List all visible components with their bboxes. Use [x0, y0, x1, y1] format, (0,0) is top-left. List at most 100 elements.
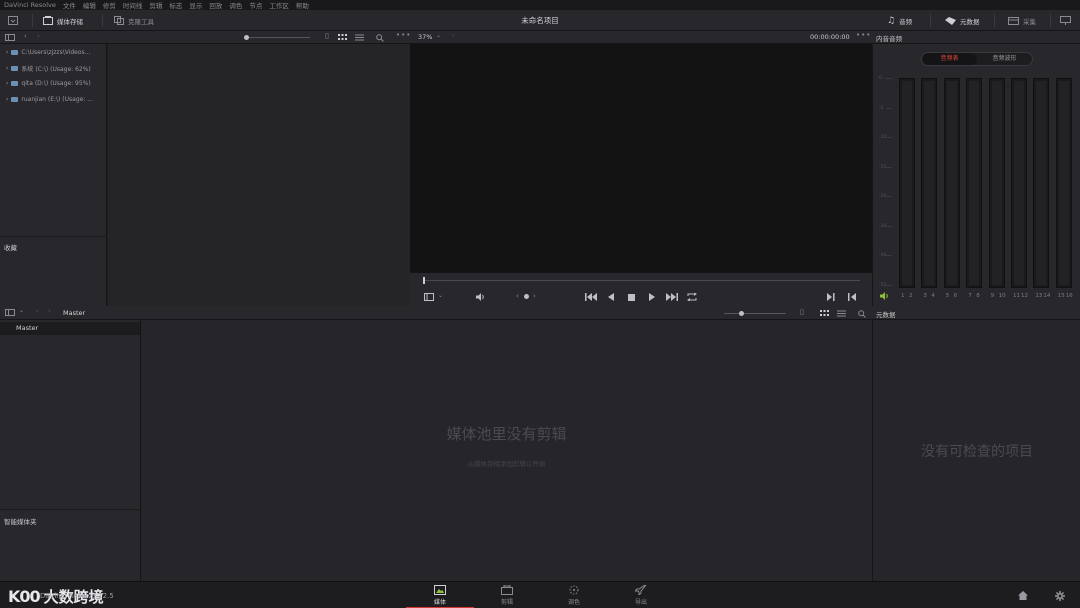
- mark-out-icon[interactable]: [848, 293, 856, 301]
- stop-icon[interactable]: [628, 294, 635, 301]
- search-icon[interactable]: [858, 310, 866, 318]
- chevron-right-icon[interactable]: ›: [452, 32, 454, 39]
- tab-deliver[interactable]: 导出: [607, 582, 675, 608]
- bin-master[interactable]: Master: [0, 322, 140, 335]
- channel-number: 15: [1057, 293, 1065, 299]
- media-pool[interactable]: 媒体池里没有剪辑 从媒体存储添加剪辑以开始: [141, 320, 872, 581]
- viewer-screen[interactable]: [410, 44, 872, 272]
- tree-item-videos[interactable]: › C:\Users\zjzzs\Videos...: [6, 46, 90, 58]
- media-pool-empty-message: 媒体池里没有剪辑: [446, 425, 567, 443]
- menu-workspace[interactable]: 工作区: [269, 0, 289, 10]
- tree-item-drive-d[interactable]: › qita (D:\) (Usage: 95%): [6, 77, 91, 89]
- menu-mark[interactable]: 标志: [169, 0, 182, 10]
- chevron-down-icon[interactable]: ⌄: [438, 292, 443, 299]
- more-options-icon[interactable]: •••: [856, 31, 871, 39]
- playhead[interactable]: [423, 277, 425, 284]
- chevron-right-icon[interactable]: ›: [6, 49, 8, 56]
- menu-nodes[interactable]: 节点: [249, 0, 262, 10]
- jog-right-icon[interactable]: ›: [533, 292, 536, 300]
- menu-playback[interactable]: 回放: [209, 0, 222, 10]
- menu-trim[interactable]: 修剪: [103, 0, 116, 10]
- back-arrow-icon[interactable]: ‹: [24, 32, 27, 40]
- grid-view-icon[interactable]: [820, 310, 829, 317]
- menu-timeline[interactable]: 时间线: [123, 0, 143, 10]
- panel-toggle-button[interactable]: [8, 10, 18, 31]
- channel-number: 7: [968, 293, 972, 299]
- speaker-icon[interactable]: [476, 293, 486, 301]
- last-frame-icon[interactable]: [666, 293, 678, 301]
- chevron-down-icon[interactable]: ⌄: [436, 32, 441, 39]
- thumbnail-size-slider[interactable]: [724, 313, 786, 314]
- edit-page-icon: [501, 585, 513, 595]
- meter-scale-tick: [886, 78, 892, 79]
- menu-clip[interactable]: 剪辑: [149, 0, 162, 10]
- jog-left-icon[interactable]: ‹: [516, 292, 519, 300]
- menu-edit[interactable]: 编辑: [83, 0, 96, 10]
- media-storage-button[interactable]: 媒体存储: [43, 10, 83, 31]
- home-icon[interactable]: [1018, 591, 1028, 600]
- audio-toggle-button[interactable]: ♫ 音频: [887, 10, 912, 31]
- channel-number: 4: [931, 293, 935, 299]
- tab-media[interactable]: 媒体: [406, 582, 474, 608]
- sidebar-toggle-icon[interactable]: [5, 34, 15, 41]
- list-view-icon[interactable]: [355, 34, 364, 41]
- chevron-right-icon[interactable]: ›: [6, 65, 8, 72]
- meter-scale-tick: [886, 284, 892, 286]
- slider-handle[interactable]: [739, 311, 744, 316]
- thumbnail-size-slider[interactable]: [246, 37, 310, 38]
- tab-audio-waveform[interactable]: 音频波形: [977, 53, 1032, 65]
- capture-toggle-button[interactable]: 采集: [1008, 10, 1036, 31]
- first-frame-icon[interactable]: [585, 293, 597, 301]
- tab-color[interactable]: 调色: [540, 582, 608, 608]
- forward-arrow-icon[interactable]: ›: [37, 32, 40, 40]
- monitor-button[interactable]: [1060, 10, 1071, 31]
- menu-file[interactable]: 文件: [63, 0, 76, 10]
- zoom-level[interactable]: 37%: [418, 33, 432, 41]
- menu-color[interactable]: 调色: [229, 0, 242, 10]
- tree-item-label: 系统 (C:\) (Usage: 62%): [21, 65, 91, 73]
- tree-item-drive-e[interactable]: › ruanjian (E:\) (Usage: ...: [6, 93, 93, 105]
- play-icon[interactable]: [649, 293, 655, 301]
- grid-view-icon[interactable]: [338, 34, 347, 41]
- meter-scale-tick: [886, 107, 892, 109]
- drive-icon: [11, 65, 19, 71]
- list-view-icon[interactable]: [837, 310, 846, 317]
- metadata-toggle-button[interactable]: 元数据: [945, 10, 980, 31]
- clone-tool-button[interactable]: 克隆工具: [114, 10, 154, 31]
- scrub-bar[interactable]: [424, 280, 860, 281]
- reverse-play-icon[interactable]: [608, 293, 614, 301]
- sidebar-toggle-icon[interactable]: [5, 309, 15, 316]
- search-icon[interactable]: [376, 34, 384, 42]
- filmstrip-icon[interactable]: ▯: [325, 32, 329, 40]
- tab-edit[interactable]: 剪辑: [473, 582, 541, 608]
- audio-meter: [921, 78, 938, 288]
- loop-icon[interactable]: [687, 293, 697, 301]
- slider-handle[interactable]: [244, 35, 249, 40]
- clone-tool-label: 克隆工具: [128, 17, 154, 26]
- chevron-right-icon[interactable]: ›: [6, 96, 8, 103]
- metadata-panel: 没有可检查的项目: [872, 320, 1080, 581]
- breadcrumb[interactable]: Master: [63, 309, 85, 317]
- tab-audio-meters[interactable]: 音频表: [922, 53, 977, 65]
- menu-view[interactable]: 显示: [189, 0, 202, 10]
- meter-scale-tick: [886, 255, 892, 256]
- chevron-right-icon[interactable]: ›: [6, 80, 8, 87]
- mark-in-icon[interactable]: [827, 293, 835, 301]
- forward-arrow-icon[interactable]: ›: [48, 307, 51, 315]
- tree-item-drive-c[interactable]: › 系统 (C:\) (Usage: 62%): [6, 62, 91, 74]
- chevron-down-icon[interactable]: ⌄: [19, 307, 24, 314]
- viewer-bar: 37% ⌄ › 00:00:00:00 •••: [410, 31, 872, 44]
- media-pool-bar: ⌄ ‹ › Master ▯: [0, 306, 872, 320]
- menu-help[interactable]: 帮助: [296, 0, 309, 10]
- jog-dot-icon[interactable]: [524, 294, 529, 299]
- monitor-icon: [1060, 16, 1071, 25]
- back-arrow-icon[interactable]: ‹: [36, 307, 39, 315]
- menu-app[interactable]: DaVinci Resolve: [4, 1, 56, 9]
- filmstrip-icon[interactable]: ▯: [800, 308, 804, 316]
- settings-gear-icon[interactable]: [1055, 591, 1065, 601]
- speaker-icon[interactable]: [880, 292, 889, 300]
- audio-tabs: 音频表 音频波形: [921, 52, 1033, 66]
- view-mode-icon[interactable]: [424, 293, 434, 301]
- audio-meter-level: [902, 81, 912, 285]
- media-browser-content[interactable]: [108, 44, 410, 306]
